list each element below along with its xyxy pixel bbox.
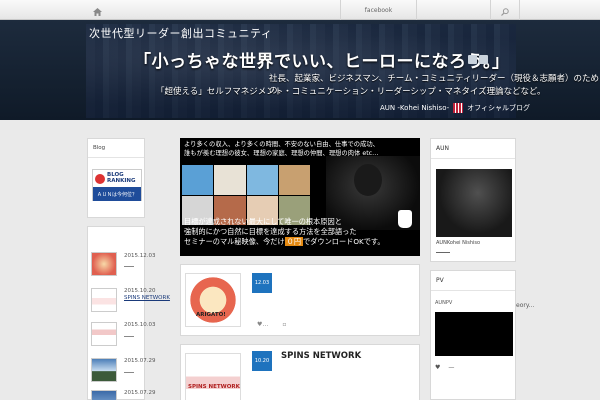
- list-item[interactable]: 2015.10.03: [87, 318, 187, 348]
- author-link-line[interactable]: [436, 252, 450, 253]
- main-content: より多くの収入、より多くの時間、不安のない自由、仕事での成功、誰もが羨む理想の彼…: [180, 138, 420, 400]
- zero-yen-highlight: ０円: [284, 237, 304, 247]
- post-card-thumbnail[interactable]: SPINS NETWORK: [185, 353, 241, 400]
- flag-icon: [453, 103, 464, 113]
- header-author-line: AUN -Kohei Nishiso- オフィシャルブログ: [380, 103, 530, 113]
- search-button[interactable]: [490, 0, 520, 20]
- blog-ranking-banner[interactable]: BLOG RANKING ＡＵＮは今何位？: [92, 169, 142, 201]
- post-card-title[interactable]: SPINS NETWORK: [281, 351, 361, 361]
- facebook-link[interactable]: facebook: [340, 0, 416, 20]
- list-item[interactable]: 2015.07.29: [87, 354, 187, 384]
- truncated-text: eory...: [516, 302, 535, 309]
- facebook-icon[interactable]: [479, 55, 488, 64]
- ranking-text-2: RANKING: [107, 177, 136, 184]
- top-navigation-bar: facebook: [0, 0, 600, 20]
- right-sidebar: AUN AUNKohei Nishiso PV AUNPV ♥ —: [430, 138, 516, 400]
- pv-label: AUNPV: [435, 300, 453, 306]
- post-link-line[interactable]: [124, 372, 134, 373]
- banner-footer-text: 目標が達成されない最大にして唯一の根本原因と 強制的にかつ自然に目標を達成する方…: [184, 217, 385, 247]
- list-item[interactable]: 2015.07.29: [87, 388, 187, 400]
- author-photo: [436, 169, 512, 237]
- home-icon: [92, 1, 102, 20]
- pv-footer: ♥ —: [435, 364, 454, 371]
- blog-widget-title: Blog: [88, 139, 144, 158]
- banner-line-2: 強制的にかつ自然に目標を達成する方法を全部語った: [184, 227, 357, 237]
- comment-icon[interactable]: ▫: [282, 321, 286, 328]
- pointer-hand-icon: [398, 210, 412, 228]
- post-date: 2015.07.29: [124, 358, 156, 364]
- blog-widget: Blog BLOG RANKING ＡＵＮは今何位？: [87, 138, 145, 218]
- header-tagline: 「小っちゃな世界でいい、ヒーローになろう。」: [134, 52, 510, 72]
- post-thumbnail[interactable]: [91, 358, 117, 382]
- post-card[interactable]: ARIGATO! 12.03 ♥… ▫: [180, 264, 420, 336]
- nav-spacer: [416, 0, 490, 20]
- banner-line-1: 目標が達成されない最大にして唯一の根本原因と: [184, 217, 342, 226]
- author-caption: AUNKohei Nishiso: [436, 240, 481, 246]
- heart-icon[interactable]: ♥: [435, 364, 440, 371]
- ranking-logo-icon: [95, 173, 105, 184]
- pv-widget-title: PV: [431, 271, 515, 291]
- post-card-meta: ♥… ▫: [257, 321, 286, 328]
- post-title[interactable]: SPINS NETWORK: [124, 295, 170, 301]
- thumbnail-caption: ARIGATO!: [196, 312, 226, 318]
- user-icon: ♥…: [257, 321, 269, 328]
- site-title[interactable]: 次世代型リーダー創出コミュニティ: [89, 25, 272, 41]
- banner-collage: [182, 165, 310, 225]
- post-date: 2015.10.20: [124, 288, 156, 294]
- post-thumbnail[interactable]: [91, 322, 117, 346]
- post-card[interactable]: SPINS NETWORK 10.20 SPINS NETWORK: [180, 344, 420, 400]
- post-thumbnail[interactable]: [91, 252, 117, 276]
- pv-video-player[interactable]: [435, 312, 513, 356]
- post-date: 2015.10.03: [124, 322, 156, 328]
- rss-icon[interactable]: [468, 55, 477, 64]
- post-date: 2015.07.29: [124, 390, 156, 396]
- header-social-icons: [468, 55, 488, 64]
- post-date: 2015.12.03: [124, 253, 156, 259]
- ranking-sub: ＡＵＮは今何位？: [96, 191, 137, 198]
- search-icon: [501, 1, 509, 20]
- header-description-2: 「超使える」セルフマネジメント・コミュニケーション・リーダーシップ・マネタイズ理…: [156, 87, 546, 97]
- banner-line-3: セミナーのマル秘映像、今だけ ０円 でダウンロードOKです。: [184, 237, 385, 247]
- aun-widget-title: AUN: [431, 139, 515, 159]
- seminar-banner[interactable]: より多くの収入、より多くの時間、不安のない自由、仕事での成功、誰もが羨む理想の彼…: [180, 138, 420, 256]
- thumbnail-caption: SPINS NETWORK: [188, 384, 240, 390]
- post-link-line[interactable]: [124, 336, 134, 337]
- list-item[interactable]: 2015.10.20 SPINS NETWORK: [87, 284, 187, 314]
- post-thumbnail[interactable]: [91, 288, 117, 312]
- post-thumbnail[interactable]: [91, 390, 117, 400]
- aun-widget: AUN AUNKohei Nishiso: [430, 138, 516, 262]
- post-card-thumbnail[interactable]: ARIGATO!: [185, 273, 241, 327]
- ranking-cta: ＡＵＮは今何位？: [93, 187, 141, 201]
- pv-link-line[interactable]: —: [448, 364, 454, 371]
- official-blog-label: オフィシャルブログ: [467, 104, 531, 112]
- list-item[interactable]: 2015.12.03: [87, 246, 187, 276]
- home-button[interactable]: [86, 0, 108, 20]
- post-link-line[interactable]: [124, 266, 134, 267]
- date-badge: 10.20: [252, 351, 272, 371]
- date-badge: 12.03: [252, 273, 272, 293]
- author-name: AUN -Kohei Nishiso-: [380, 104, 450, 112]
